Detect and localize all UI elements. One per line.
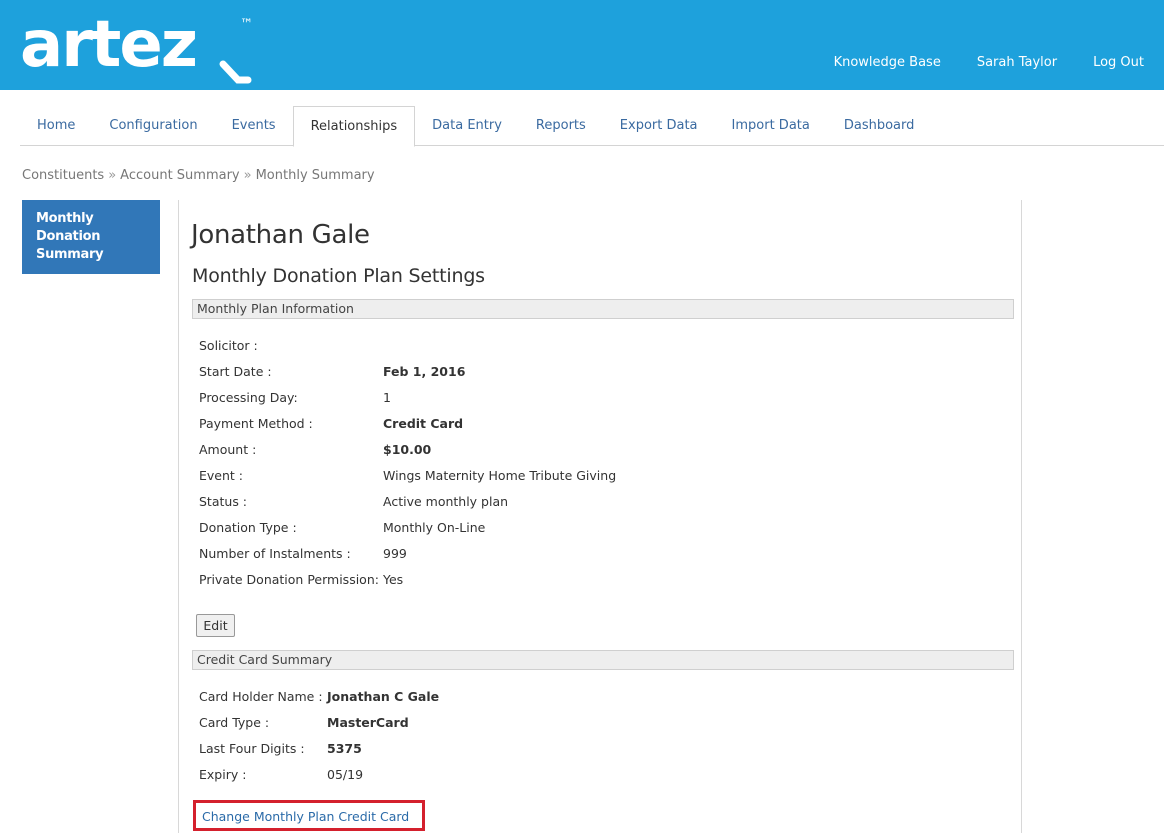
field-value: Monthly On-Line: [383, 520, 486, 535]
svg-text:artez: artez: [20, 8, 196, 82]
field-label: Start Date :: [199, 364, 272, 379]
field-label: Processing Day:: [199, 390, 298, 405]
field-value: Jonathan C Gale: [327, 689, 440, 704]
field-value: 05/19: [327, 767, 364, 782]
field-value: 999: [383, 546, 407, 561]
plan-panel-header: Monthly Plan Information: [192, 299, 1014, 319]
breadcrumb-account-summary[interactable]: Account Summary: [120, 168, 239, 183]
log-out-link[interactable]: Log Out: [1093, 55, 1144, 70]
field-label: Card Type :: [199, 715, 270, 730]
field-label: Status :: [199, 494, 248, 509]
field-value: $10.00: [383, 442, 432, 457]
top-header: artez ™ Knowledge Base Sarah Taylor Log …: [0, 0, 1164, 90]
field-label: Solicitor :: [199, 338, 258, 353]
field-value: Feb 1, 2016: [383, 364, 466, 379]
sidebar-item-monthly-donation-summary[interactable]: Monthly Donation Summary: [22, 200, 160, 274]
tab-relationships[interactable]: Relationships: [292, 106, 416, 147]
artez-logo[interactable]: artez ™: [20, 8, 260, 84]
tab-home[interactable]: Home: [20, 106, 92, 146]
field-value: Active monthly plan: [383, 494, 509, 509]
field-label: Amount :: [199, 442, 257, 457]
edit-button[interactable]: Edit: [196, 614, 235, 637]
tab-reports[interactable]: Reports: [519, 106, 603, 146]
field-value: 5375: [327, 741, 362, 756]
tab-events[interactable]: Events: [215, 106, 293, 146]
field-label: Last Four Digits :: [199, 741, 305, 756]
tab-dashboard[interactable]: Dashboard: [827, 106, 932, 146]
header-links: Knowledge Base Sarah Taylor Log Out: [834, 55, 1144, 70]
field-label: Card Holder Name :: [199, 689, 323, 704]
field-value: MasterCard: [327, 715, 409, 730]
field-value: Yes: [383, 572, 404, 587]
field-label: Event :: [199, 468, 243, 483]
card-panel-header: Credit Card Summary: [192, 650, 1014, 670]
field-label: Donation Type :: [199, 520, 297, 535]
tab-export-data[interactable]: Export Data: [603, 106, 715, 146]
user-name-link[interactable]: Sarah Taylor: [977, 55, 1057, 70]
breadcrumb-monthly-summary: Monthly Summary: [255, 168, 375, 183]
svg-text:™: ™: [240, 17, 253, 32]
change-credit-card-link[interactable]: Change Monthly Plan Credit Card: [202, 809, 409, 824]
breadcrumb-separator: »: [243, 168, 252, 183]
field-label: Payment Method :: [199, 416, 313, 431]
breadcrumb-constituents[interactable]: Constituents: [22, 168, 104, 183]
main-content: Jonathan Gale Monthly Donation Plan Sett…: [178, 200, 1022, 833]
field-label: Expiry :: [199, 767, 247, 782]
knowledge-base-link[interactable]: Knowledge Base: [834, 55, 941, 70]
page-title: Jonathan Gale: [191, 220, 370, 250]
field-value: 1: [383, 390, 391, 405]
tab-data-entry[interactable]: Data Entry: [415, 106, 519, 146]
section-title: Monthly Donation Plan Settings: [192, 265, 485, 287]
breadcrumb-separator: »: [108, 168, 117, 183]
tab-configuration[interactable]: Configuration: [92, 106, 214, 146]
field-label: Number of Instalments :: [199, 546, 351, 561]
breadcrumb: Constituents» Account Summary» Monthly Sum…: [22, 168, 375, 183]
tab-import-data[interactable]: Import Data: [715, 106, 827, 146]
field-value: Credit Card: [383, 416, 464, 431]
highlight-box: Change Monthly Plan Credit Card: [193, 800, 425, 831]
main-tabs: Home Configuration Events Relationships …: [20, 106, 1164, 147]
field-value: Wings Maternity Home Tribute Giving: [383, 468, 617, 483]
field-label: Private Donation Permission:: [199, 572, 379, 587]
